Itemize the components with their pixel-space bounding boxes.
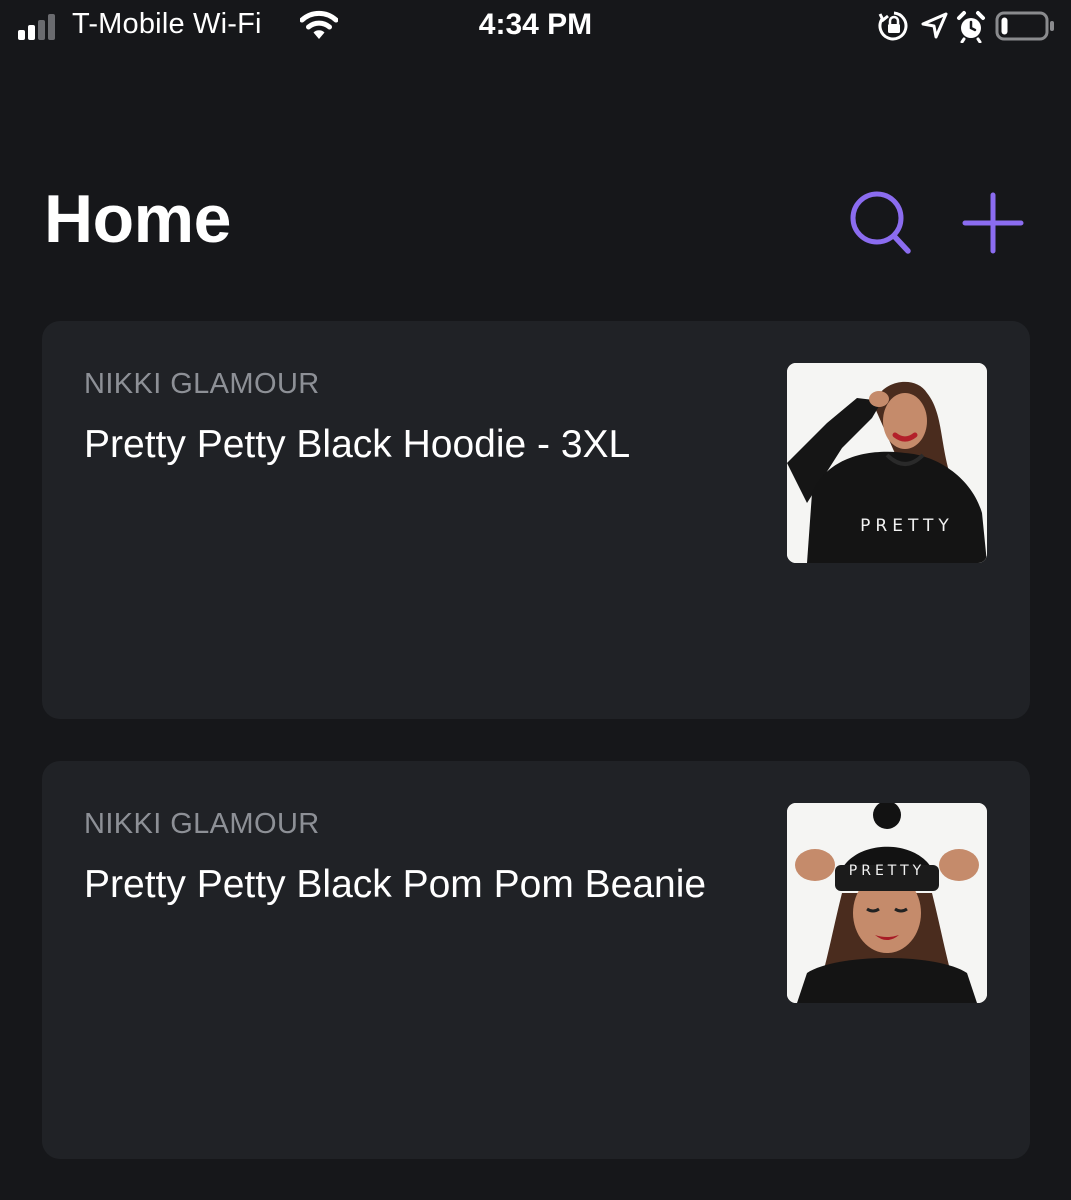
product-thumbnail: PRETTY — [787, 803, 987, 1003]
beanie-print: PRETTY — [849, 863, 925, 879]
seller-name: NIKKI GLAMOUR — [84, 808, 320, 840]
search-button[interactable] — [848, 190, 912, 256]
product-thumbnail: PRETTY — [787, 363, 987, 563]
status-bar: T-Mobile Wi-Fi 4:34 PM — [0, 0, 1071, 56]
product-card[interactable]: NIKKI GLAMOUR Pretty Petty Black Hoodie … — [42, 321, 1030, 719]
product-title: Pretty Petty Black Hoodie - 3XL — [84, 423, 631, 466]
add-button[interactable] — [960, 190, 1024, 256]
battery-icon — [995, 11, 1054, 41]
hoodie-print: PRETTY — [860, 516, 954, 536]
search-icon — [850, 191, 911, 254]
product-card[interactable]: NIKKI GLAMOUR Pretty Petty Black Pom Pom… — [42, 761, 1030, 1159]
plus-icon — [962, 192, 1024, 254]
page-title: Home — [44, 181, 231, 257]
alarm-icon — [957, 11, 985, 43]
seller-name: NIKKI GLAMOUR — [84, 368, 320, 400]
location-arrow-icon — [921, 12, 948, 39]
product-title: Pretty Petty Black Pom Pom Beanie — [84, 863, 707, 906]
rotation-lock-icon — [878, 11, 908, 41]
